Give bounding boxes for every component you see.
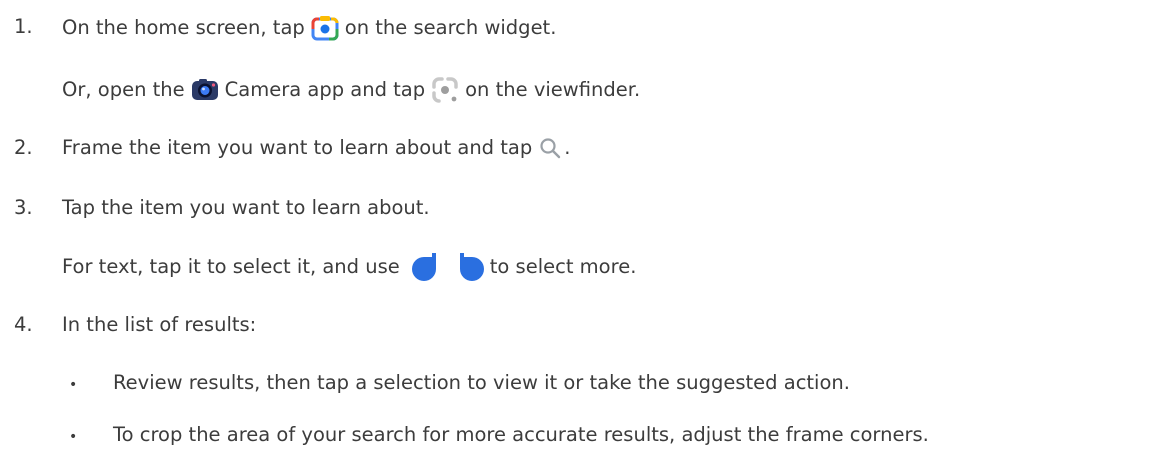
step-text: on the viewfinder. <box>465 78 641 101</box>
bullet-marker: • <box>69 377 78 393</box>
step-number: 2. <box>14 136 33 159</box>
step-number: 4. <box>14 313 33 336</box>
step-text: For text, tap it to select it, and use <box>62 255 400 278</box>
bullet-marker: • <box>69 429 78 445</box>
step-number: 3. <box>14 196 33 219</box>
lens-viewfinder-icon <box>431 76 459 104</box>
step-text: Tap the item you want to learn about. <box>62 196 430 219</box>
step-text: Frame the item you want to learn about a… <box>62 136 533 159</box>
bullet-text: Review results, then tap a selection to … <box>113 371 850 394</box>
search-magnifier-icon <box>538 136 562 160</box>
bullet-text: To crop the area of your search for more… <box>113 423 929 446</box>
step-text: In the list of results: <box>62 313 257 336</box>
step-text: Camera app and tap <box>224 78 426 101</box>
camera-app-icon <box>191 78 219 102</box>
step-text: to select more. <box>489 255 637 278</box>
text-selection-handle-icon <box>410 253 436 281</box>
google-lens-widget-icon <box>311 15 339 41</box>
step-number: 1. <box>14 15 33 38</box>
step-text: On the home screen, tap <box>62 16 305 39</box>
text-selection-handle-icon <box>459 253 486 281</box>
step-text: . <box>564 136 571 159</box>
step-text: Or, open the <box>62 78 185 101</box>
step-text: on the search widget. <box>344 16 557 39</box>
